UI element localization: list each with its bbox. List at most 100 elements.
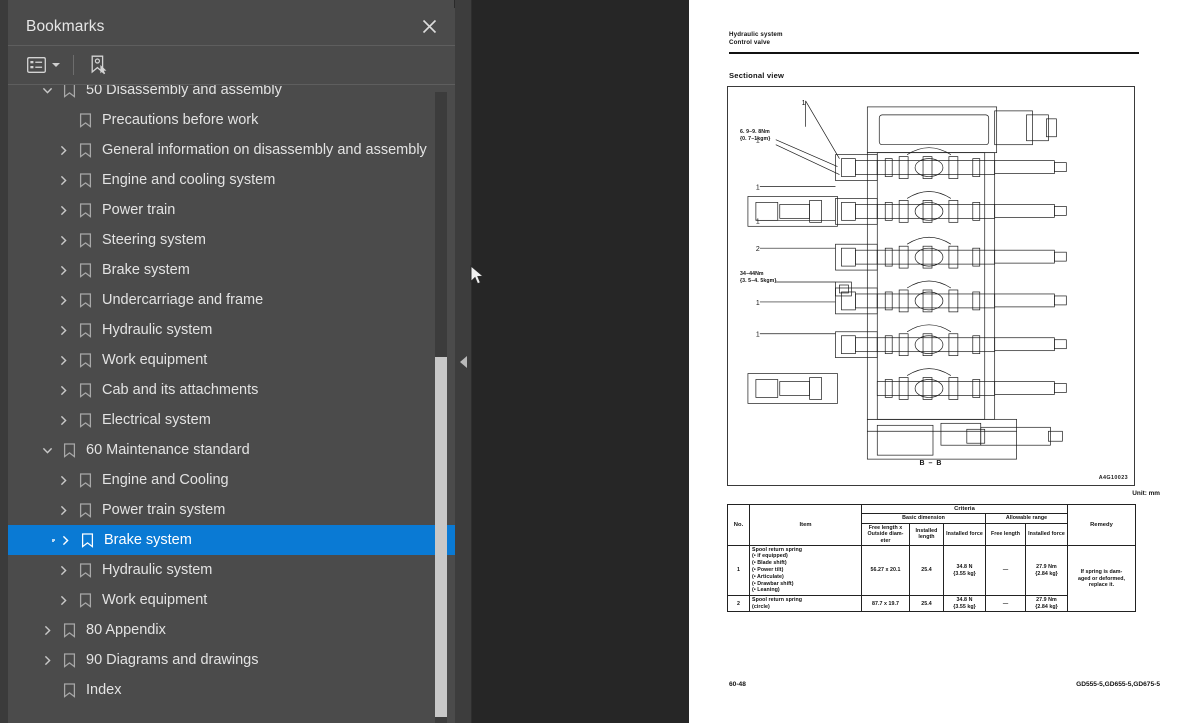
cell-no: 2	[727, 595, 750, 613]
chevron-down-icon[interactable]	[52, 63, 60, 67]
bookmark-icon	[58, 652, 80, 668]
bookmark-item-work-equipment[interactable]: Work equipment	[8, 585, 455, 615]
chevron-right-icon[interactable]	[52, 505, 74, 516]
chevron-down-icon[interactable]	[36, 85, 58, 96]
bookmark-icon	[74, 412, 96, 428]
bookmark-item-work-equipment[interactable]: Work equipment	[8, 345, 455, 375]
bookmark-item-label: Power train	[102, 202, 176, 218]
bookmark-item-brake-system[interactable]: Brake system	[8, 255, 455, 285]
bookmark-item-engine-and-cooling[interactable]: Engine and Cooling	[8, 465, 455, 495]
item-bullet: (• if equipped)	[752, 553, 788, 560]
th-installed-force: Installed force	[943, 522, 986, 547]
bookmark-item-90-diagrams-and-drawings[interactable]: 90 Diagrams and drawings	[8, 645, 455, 675]
bookmark-item-80-appendix[interactable]: 80 Appendix	[8, 615, 455, 645]
bookmark-item-label: General information on disassembly and a…	[102, 142, 427, 158]
bookmark-item-engine-and-cooling-system[interactable]: Engine and cooling system	[8, 165, 455, 195]
th-installed-length: Installed length	[909, 522, 944, 547]
svg-text:1: 1	[756, 184, 760, 191]
bookmark-item-electrical-system[interactable]: Electrical system	[8, 405, 455, 435]
bookmark-icon	[58, 622, 80, 638]
svg-text:1: 1	[802, 100, 806, 107]
th-criteria: Criteria	[861, 503, 1068, 515]
chevron-right-icon[interactable]	[52, 325, 74, 336]
bookmark-item-label: Work equipment	[102, 352, 208, 368]
bookmark-item-label: Index	[86, 682, 122, 698]
chevron-right-icon[interactable]	[52, 295, 74, 306]
chevron-right-icon[interactable]	[52, 355, 74, 366]
svg-text:1: 1	[756, 300, 760, 307]
bookmark-icon	[58, 442, 80, 458]
bookmark-item-cab-and-its-attachments[interactable]: Cab and its attachments	[8, 375, 455, 405]
bookmark-icon	[74, 232, 96, 248]
bookmark-item-undercarriage-and-frame[interactable]: Undercarriage and frame	[8, 285, 455, 315]
chevron-right-icon[interactable]	[52, 175, 74, 186]
bookmark-item-label: Hydraulic system	[102, 322, 213, 338]
bookmark-item-label: 90 Diagrams and drawings	[86, 652, 259, 668]
bookmark-item-label: Electrical system	[102, 412, 211, 428]
bookmark-icon	[74, 172, 96, 188]
bookmark-icon	[58, 682, 80, 698]
bookmark-item-50-disassembly-and-assembly[interactable]: 50 Disassembly and assembly	[8, 85, 455, 105]
th-item: Item	[749, 503, 862, 547]
close-icon[interactable]	[417, 15, 441, 39]
bookmark-icon	[58, 85, 80, 98]
th-free-length-outside: Free length x Outside diam- eter	[861, 522, 910, 547]
bookmark-item-label: Cab and its attachments	[102, 382, 259, 398]
new-bookmark-icon[interactable]	[86, 52, 111, 78]
bookmarks-scrollbar-track[interactable]	[435, 92, 447, 723]
cell-allow-free-length: —	[985, 595, 1026, 613]
bookmark-item-60-maintenance-standard[interactable]: 60 Maintenance standard	[8, 435, 455, 465]
chevron-right-icon[interactable]	[36, 625, 58, 636]
cell-item: Spool return spring (circle)	[749, 595, 862, 613]
bookmarks-panel: Bookmarks 50 Disassembly and assembly Pr…	[0, 0, 455, 723]
chevron-right-icon[interactable]	[52, 565, 74, 576]
list-options-icon[interactable]	[24, 52, 63, 78]
bookmark-icon	[74, 472, 96, 488]
item-bullet: (circle)	[752, 603, 770, 610]
panel-collapse-handle[interactable]	[455, 0, 472, 723]
bookmark-item-brake-system[interactable]: Brake system	[8, 525, 455, 555]
bookmark-item-power-train-system[interactable]: Power train system	[8, 495, 455, 525]
chevron-right-icon[interactable]	[54, 535, 76, 546]
bookmark-item-label: 60 Maintenance standard	[86, 442, 250, 458]
bookmark-item-label: Brake system	[102, 262, 190, 278]
item-bullet: (• Drawbar shift)	[752, 580, 794, 587]
bookmark-item-power-train[interactable]: Power train	[8, 195, 455, 225]
item-bullet: (• Blade shift)	[752, 560, 787, 567]
chevron-right-icon[interactable]	[52, 205, 74, 216]
bookmark-item-label: Undercarriage and frame	[102, 292, 264, 308]
bookmark-item-precautions-before-work[interactable]: Precautions before work	[8, 105, 455, 135]
chevron-right-icon[interactable]	[36, 655, 58, 666]
cell-installed-length: 25.4	[909, 545, 944, 597]
bookmarks-panel-header: Bookmarks	[8, 8, 455, 46]
bookmarks-scrollbar-thumb[interactable]	[435, 357, 447, 717]
th-no: No.	[727, 503, 750, 547]
chevron-right-icon[interactable]	[52, 145, 74, 156]
bookmark-item-label: Hydraulic system	[102, 562, 213, 578]
chevron-right-icon[interactable]	[52, 265, 74, 276]
table-row: 1 Spool return spring (• if equipped) (• …	[727, 545, 1136, 613]
bookmark-icon	[74, 112, 96, 128]
bookmark-item-steering-system[interactable]: Steering system	[8, 225, 455, 255]
bookmark-item-label: Brake system	[104, 532, 192, 548]
bookmark-item-index[interactable]: Index	[8, 675, 455, 705]
triangle-left-icon	[459, 355, 467, 368]
maintenance-standard-table: No. Item Criteria Remedy Basic dimension…	[727, 503, 1136, 613]
document-viewer[interactable]: Hydraulic system Control valve Sectional…	[472, 0, 1200, 723]
cell-installed-force: 34.8 N {3.55 kg}	[943, 545, 986, 597]
chevron-right-icon[interactable]	[52, 595, 74, 606]
bookmarks-tree[interactable]: 50 Disassembly and assembly Precautions b…	[8, 85, 455, 723]
chevron-right-icon[interactable]	[52, 385, 74, 396]
chevron-right-icon[interactable]	[52, 475, 74, 486]
bookmark-item-general-information-on-disassembly-and-assembly[interactable]: General information on disassembly and a…	[8, 135, 455, 165]
control-valve-drawing: 1 1 1 2 1 1 1	[747, 100, 1067, 460]
chevron-down-icon[interactable]	[36, 445, 58, 456]
svg-text:1: 1	[756, 218, 760, 225]
bookmark-item-label: Precautions before work	[102, 112, 259, 128]
chevron-right-icon[interactable]	[52, 415, 74, 426]
toolbar-divider	[73, 55, 74, 75]
bookmark-item-label: Steering system	[102, 232, 206, 248]
bookmark-item-hydraulic-system[interactable]: Hydraulic system	[8, 315, 455, 345]
chevron-right-icon[interactable]	[52, 235, 74, 246]
bookmark-item-hydraulic-system[interactable]: Hydraulic system	[8, 555, 455, 585]
